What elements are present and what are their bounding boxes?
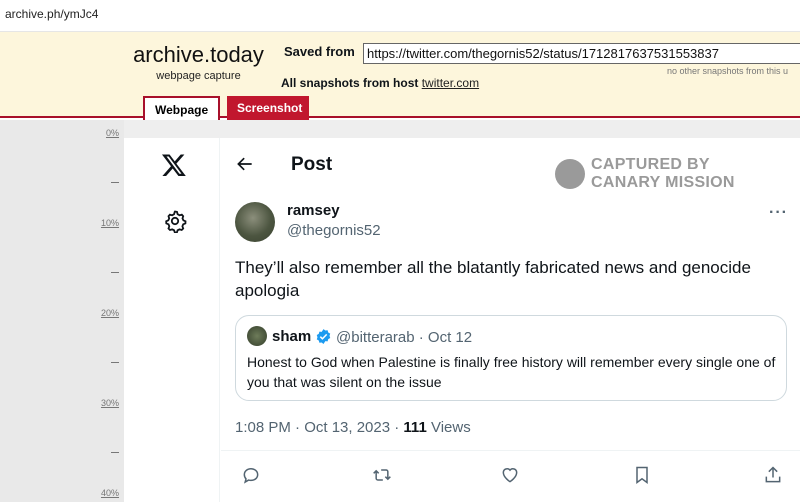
retweet-icon[interactable] — [372, 465, 392, 490]
canary-logo-icon — [555, 159, 585, 189]
share-icon[interactable] — [763, 465, 783, 490]
tweet-actions — [221, 450, 800, 502]
quote-handle-date: @bitterarab · Oct 12 — [336, 329, 473, 346]
quote-author-name: sham — [272, 328, 312, 345]
ruler-label[interactable]: 40% — [101, 488, 119, 498]
tab-webpage[interactable]: Webpage — [143, 96, 221, 122]
tweet-meta: 1:08 PM · Oct 13, 2023 · 111 Views — [235, 419, 471, 436]
ruler-label[interactable]: 10% — [101, 218, 119, 228]
left-navigation — [124, 138, 220, 502]
bookmark-icon[interactable] — [632, 465, 652, 490]
tweet-column: Post CAPTURED BY CANARY MISSION ramsey @… — [221, 138, 800, 502]
archive-header: archive.today webpage capture Saved from… — [0, 32, 800, 122]
url-text[interactable]: archive.ph/ymJc4 — [5, 7, 98, 21]
ruler-label[interactable]: 0% — [106, 128, 119, 138]
ruler-label[interactable]: 20% — [101, 308, 119, 318]
archive-title[interactable]: archive.today — [126, 42, 271, 68]
browser-url-bar[interactable]: archive.ph/ymJc4 — [0, 0, 800, 32]
x-logo-icon[interactable] — [161, 152, 187, 183]
like-heart-icon[interactable] — [500, 465, 520, 490]
back-arrow-icon[interactable] — [235, 154, 255, 179]
more-options-icon[interactable]: ··· — [769, 204, 788, 222]
quoted-tweet[interactable]: sham @bitterarab · Oct 12 Honest to God … — [235, 315, 787, 401]
tweet-timestamp[interactable]: 1:08 PM · Oct 13, 2023 · — [235, 419, 403, 436]
verified-badge-icon — [315, 328, 332, 350]
settings-gear-icon[interactable] — [163, 209, 187, 238]
archive-subtitle: webpage capture — [156, 70, 241, 82]
quote-text: Honest to God when Palestine is finally … — [247, 354, 776, 390]
ruler-tick — [111, 182, 119, 183]
scroll-ruler: 0% 10% 20% 30% 40% — [0, 120, 124, 502]
all-snapshots-label: All snapshots — [281, 76, 360, 90]
quote-avatar — [247, 326, 267, 346]
watermark-line1: CAPTURED BY — [591, 156, 710, 173]
tab-screenshot[interactable]: Screenshot — [227, 96, 309, 120]
host-link[interactable]: twitter.com — [422, 76, 479, 90]
from-host-label: from host — [363, 76, 419, 90]
saved-from-url-field[interactable]: https://twitter.com/thegornis52/status/1… — [363, 43, 800, 64]
author-name[interactable]: ramsey — [287, 202, 340, 219]
views-label: Views — [426, 419, 471, 436]
no-snapshots-note: no other snapshots from this u — [667, 66, 789, 76]
canary-mission-watermark: CAPTURED BY CANARY MISSION — [555, 156, 735, 192]
page-title: Post — [291, 154, 333, 175]
ruler-label[interactable]: 30% — [101, 398, 119, 408]
tweet-text: They’ll also remember all the blatantly … — [235, 258, 751, 300]
views-count: 111 — [403, 419, 427, 436]
archived-page: Post CAPTURED BY CANARY MISSION ramsey @… — [124, 120, 800, 502]
archive-brand[interactable]: archive.today webpage capture — [126, 42, 271, 82]
all-snapshots-line: All snapshots from host twitter.com — [281, 76, 479, 90]
reply-icon[interactable] — [241, 465, 261, 490]
ruler-tick — [111, 452, 119, 453]
watermark-line2: CANARY MISSION — [591, 174, 735, 191]
saved-from-label: Saved from — [284, 44, 355, 59]
author-handle[interactable]: @thegornis52 — [287, 222, 381, 239]
author-avatar[interactable] — [235, 202, 275, 242]
ruler-tick — [111, 362, 119, 363]
ruler-tick — [111, 272, 119, 273]
